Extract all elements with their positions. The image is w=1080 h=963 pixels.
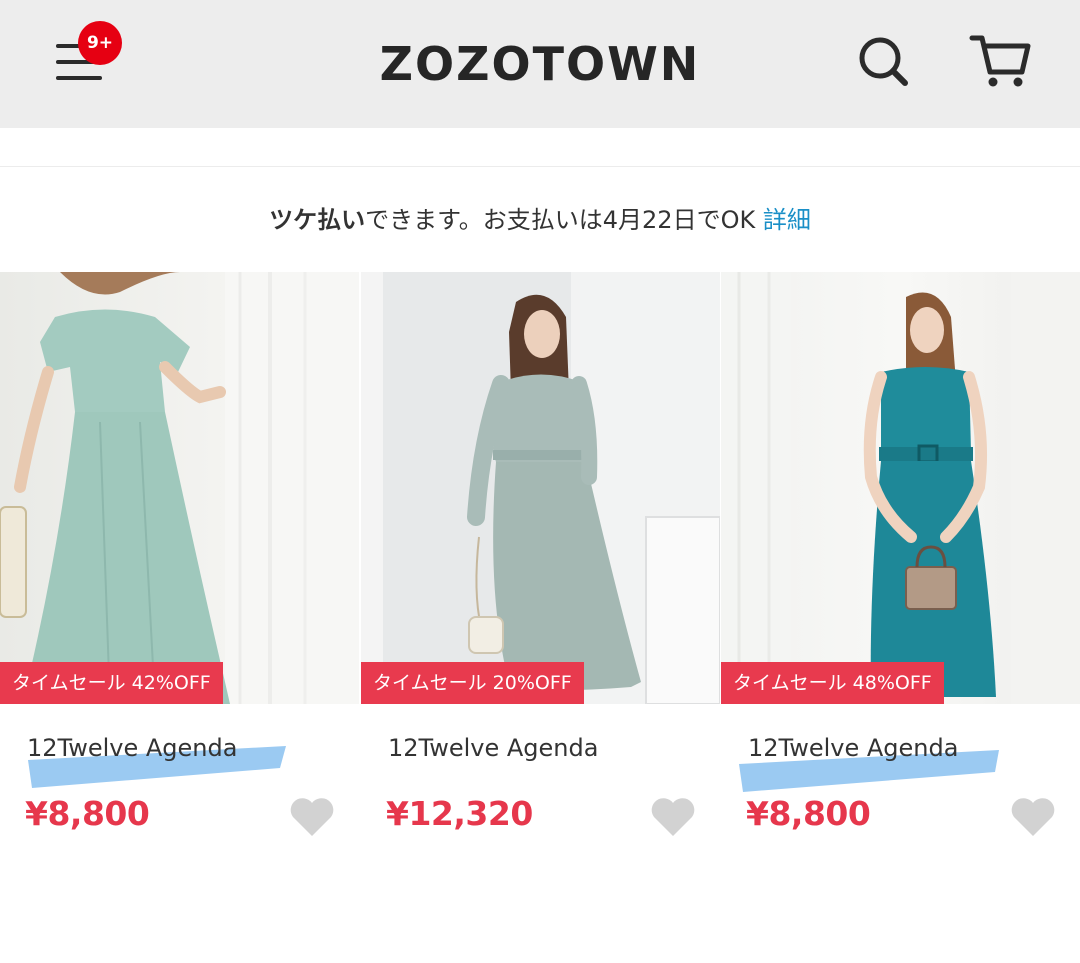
product-image[interactable]: タイムセール 20%OFF xyxy=(361,272,720,704)
cart-icon xyxy=(969,35,1031,87)
heart-icon xyxy=(651,798,695,836)
divider xyxy=(0,166,1080,167)
brand-name[interactable]: 12Twelve Agenda xyxy=(748,734,958,762)
app-header: 9+ ZOZOTOWN xyxy=(0,0,1080,128)
brand-name[interactable]: 12Twelve Agenda xyxy=(388,734,598,762)
heart-icon xyxy=(290,798,334,836)
heart-icon xyxy=(1011,798,1055,836)
product-card[interactable]: タイムセール 42%OFF 12Twelve Agenda ¥8,800 xyxy=(0,272,359,852)
product-price: ¥12,320 xyxy=(386,794,533,833)
product-card[interactable]: タイムセール 20%OFF 12Twelve Agenda ¥12,320 xyxy=(361,272,720,852)
favorite-button[interactable] xyxy=(1010,796,1056,838)
site-logo[interactable]: ZOZOTOWN xyxy=(0,36,1080,92)
product-image[interactable]: タイムセール 48%OFF xyxy=(721,272,1080,704)
details-link[interactable]: 詳細 xyxy=(763,206,811,234)
notice-strong-text: ツケ払い xyxy=(269,206,366,234)
sale-badge: タイムセール 20%OFF xyxy=(361,662,584,704)
product-price: ¥8,800 xyxy=(25,794,150,833)
product-image[interactable]: タイムセール 42%OFF xyxy=(0,272,359,704)
sale-badge: タイムセール 42%OFF xyxy=(0,662,223,704)
favorite-button[interactable] xyxy=(289,796,335,838)
product-card[interactable]: タイムセール 48%OFF 12Twelve Agenda ¥8,800 xyxy=(721,272,1080,852)
cart-button[interactable] xyxy=(968,28,1034,94)
product-price: ¥8,800 xyxy=(746,794,871,833)
search-icon xyxy=(859,37,908,86)
brand-name[interactable]: 12Twelve Agenda xyxy=(27,734,237,762)
search-button[interactable] xyxy=(852,30,916,94)
deferred-payment-notice: ツケ払いできます。お支払いは4月22日でOK 詳細 xyxy=(0,200,1080,240)
notice-text: できます。お支払いは4月22日でOK xyxy=(365,206,756,234)
favorite-button[interactable] xyxy=(650,796,696,838)
sale-badge: タイムセール 48%OFF xyxy=(721,662,944,704)
